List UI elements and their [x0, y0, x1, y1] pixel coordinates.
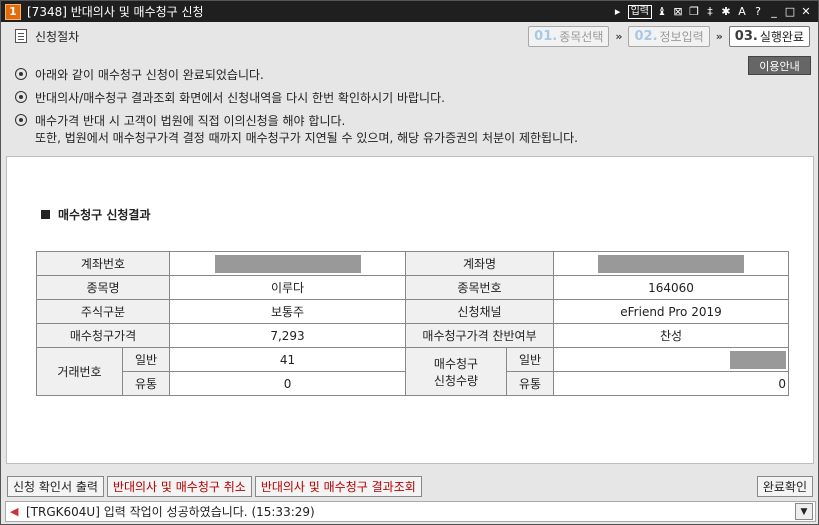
step-number: 02.: [634, 28, 658, 44]
maximize-button[interactable]: □: [784, 5, 796, 18]
approval-label: 매수청구가격 찬반여부: [405, 323, 555, 348]
price-value: 7,293: [169, 323, 407, 348]
step-indicator: 01. 종목선택 » 02. 정보입력 » 03. 실행완료: [528, 25, 810, 47]
window-controls: ▸ 입력 ♝ ⊠ ❐ ‡ ✱ A ? _ □ ✕: [612, 4, 812, 19]
stock-code-value: 164060: [553, 275, 790, 300]
note-text: 아래와 같이 매수청구 신청이 완료되었습니다.: [35, 68, 264, 82]
trade-no-label: 거래번호: [36, 347, 123, 396]
qty-distribution-value: 0: [553, 371, 790, 396]
stock-type-value: 보통주: [169, 299, 407, 324]
window-icon[interactable]: ❐: [688, 5, 700, 18]
channel-label: 신청채널: [405, 299, 555, 324]
price-label: 매수청구가격: [35, 323, 171, 348]
minimize-button[interactable]: _: [768, 5, 780, 18]
procedure-label: 신청절차: [35, 29, 80, 44]
general-label: 일반: [121, 347, 171, 372]
channel-value: eFriend Pro 2019: [553, 299, 790, 324]
step-label: 정보입력: [659, 29, 704, 44]
account-no-label: 계좌번호: [35, 251, 171, 276]
trade-general-value: 41: [169, 347, 407, 372]
stock-name-value: 이루다: [169, 275, 407, 300]
trade-distribution-value: 0: [169, 371, 407, 396]
qty-general-value: [553, 347, 790, 372]
request-qty-label-line2: 신청수량: [433, 373, 479, 388]
print-confirmation-button[interactable]: 신청 확인서 출력: [7, 475, 104, 497]
step-number: 01.: [534, 28, 558, 44]
approval-value: 찬성: [553, 323, 790, 348]
step-enter-info: 02. 정보입력: [628, 25, 710, 47]
step-label: 실행완료: [759, 29, 804, 44]
account-name-value: [553, 251, 790, 276]
step-select-stock: 01. 종목선택: [528, 25, 610, 47]
close-button[interactable]: ✕: [800, 5, 812, 18]
table-row: 계좌번호 계좌명: [35, 251, 790, 276]
request-qty-label: 매수청구 신청수량: [405, 347, 508, 396]
link-icon[interactable]: ♝: [656, 5, 668, 18]
distribution-label: 유통: [506, 371, 555, 396]
chevron-right-icon: »: [715, 29, 723, 43]
document-icon: [15, 29, 27, 43]
section-title: 매수청구 신청결과: [41, 206, 151, 223]
chevron-right-icon: »: [615, 29, 623, 43]
stock-type-label: 주식구분: [35, 299, 171, 324]
arrow-icon[interactable]: ▸: [612, 5, 624, 18]
app-badge-icon: 1: [5, 3, 21, 20]
status-bar: ◀ [TRGK604U] 입력 작업이 성공하였습니다. (15:33:29) …: [5, 501, 816, 522]
note-text: 매수가격 반대 시 고객이 법원에 직접 이의신청을 해야 합니다.: [35, 114, 346, 128]
info-notes: 아래와 같이 매수청구 신청이 완료되었습니다. 반대의사/매수청구 결과조회 …: [15, 66, 578, 146]
step-number: 03.: [734, 28, 758, 44]
circle-bullet-icon: [15, 91, 27, 103]
pin-icon[interactable]: ‡: [704, 5, 716, 18]
note-item: 아래와 같이 매수청구 신청이 완료되었습니다.: [15, 66, 578, 89]
result-inquiry-button[interactable]: 반대의사 및 매수청구 결과조회: [254, 475, 422, 497]
account-no-value: [169, 251, 407, 276]
circle-bullet-icon: [15, 68, 27, 80]
button-bar: 신청 확인서 출력 반대의사 및 매수청구 취소 반대의사 및 매수청구 결과조…: [7, 475, 815, 497]
section-title-text: 매수청구 신청결과: [58, 208, 151, 222]
note-item: 반대의사/매수청구 결과조회 화면에서 신청내역을 다시 한번 확인하시기 바랍…: [15, 89, 578, 112]
message-history-dropdown[interactable]: ▼: [795, 503, 813, 520]
window-title: [7348] 반대의사 및 매수청구 신청: [27, 5, 204, 19]
step-complete: 03. 실행완료: [728, 25, 810, 47]
general-label: 일반: [506, 347, 555, 372]
result-panel: 매수청구 신청결과 계좌번호 계좌명 종목명 이루다 종목번호 164060 주…: [6, 156, 814, 464]
table-row: 종목명 이루다 종목번호 164060: [35, 275, 790, 300]
font-size-icon[interactable]: A: [736, 5, 748, 18]
result-table: 계좌번호 계좌명 종목명 이루다 종목번호 164060 주식구분 보통주 신청…: [35, 251, 790, 396]
masked-value: [598, 254, 745, 273]
account-name-label: 계좌명: [405, 251, 555, 276]
grid-icon[interactable]: ⊠: [672, 5, 684, 18]
usage-guide-button[interactable]: 이용안내: [748, 56, 811, 75]
step-label: 종목선택: [559, 29, 604, 44]
cancel-request-button[interactable]: 반대의사 및 매수청구 취소: [106, 475, 252, 497]
table-row: 주식구분 보통주 신청채널 eFriend Pro 2019: [35, 299, 790, 324]
table-row: 거래번호 일반 41 매수청구 신청수량 일반: [36, 347, 790, 396]
distribution-label: 유통: [121, 371, 171, 396]
stock-name-label: 종목명: [35, 275, 171, 300]
title-bar: 1 [7348] 반대의사 및 매수청구 신청 ▸ 입력 ♝ ⊠ ❐ ‡ ✱ A…: [1, 1, 818, 22]
status-message: [TRGK604U] 입력 작업이 성공하였습니다. (15:33:29): [26, 505, 315, 519]
square-bullet-icon: [41, 210, 50, 219]
table-row: 매수청구가격 7,293 매수청구가격 찬반여부 찬성: [35, 323, 790, 348]
note-subtext: 또한, 법원에서 매수청구가격 결정 때까지 매수청구가 지연될 수 있으며, …: [35, 131, 578, 145]
settings-icon[interactable]: ✱: [720, 5, 732, 18]
masked-value: [730, 350, 787, 369]
masked-value: [214, 254, 361, 273]
speaker-icon: ◀: [10, 505, 19, 518]
help-icon[interactable]: ?: [752, 5, 764, 18]
note-text: 반대의사/매수청구 결과조회 화면에서 신청내역을 다시 한번 확인하시기 바랍…: [35, 91, 445, 105]
stock-code-label: 종목번호: [405, 275, 555, 300]
input-toggle-button[interactable]: 입력: [627, 4, 652, 19]
procedure-header: 신청절차 01. 종목선택 » 02. 정보입력 » 03. 실행완료: [1, 23, 818, 49]
request-qty-label-line1: 매수청구: [433, 356, 479, 371]
circle-bullet-icon: [15, 114, 27, 126]
app-window: 1 [7348] 반대의사 및 매수청구 신청 ▸ 입력 ♝ ⊠ ❐ ‡ ✱ A…: [0, 0, 819, 525]
confirm-complete-button[interactable]: 완료확인: [756, 475, 813, 497]
